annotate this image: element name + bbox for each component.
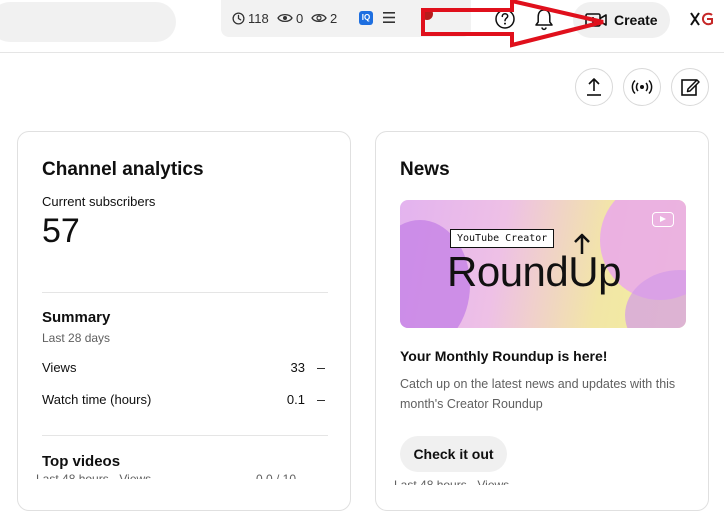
youtube-play-icon: [652, 212, 674, 227]
top-bar: 118 0 2 IQ Create: [0, 0, 724, 53]
stat-value: 2: [330, 10, 338, 26]
check-it-out-button[interactable]: Check it out: [400, 436, 507, 472]
trend-dash-icon: [317, 368, 325, 369]
top-videos-title: Top videos: [42, 453, 121, 470]
trend-dash-icon: [317, 400, 325, 401]
banner-tag: YouTube Creator: [450, 229, 555, 248]
extension-iq-icon[interactable]: IQ: [359, 11, 373, 25]
stat-value: 0: [296, 10, 304, 26]
search-box[interactable]: [0, 2, 176, 42]
create-post-button[interactable]: [671, 68, 709, 106]
channel-analytics-card: Channel analytics Current subscribers 57…: [17, 131, 351, 511]
help-icon[interactable]: [494, 8, 516, 30]
summary-period: Last 28 days: [42, 331, 111, 345]
top-videos-value: 0.0 / 10: [256, 473, 296, 479]
channel-logo-icon[interactable]: [690, 12, 714, 26]
subscribers-count: 57: [42, 212, 80, 250]
stat-impressions: 2: [311, 10, 337, 26]
banner-headline: RoundUp: [447, 248, 621, 295]
stat-value: 118: [248, 10, 269, 26]
upload-button[interactable]: [575, 68, 613, 106]
go-live-button[interactable]: [623, 68, 661, 106]
live-broadcast-icon: [631, 79, 653, 95]
card-title: News: [400, 159, 450, 180]
summary-title: Summary: [42, 309, 111, 326]
create-button[interactable]: Create: [573, 2, 670, 38]
notification-bell-icon[interactable]: [534, 8, 554, 32]
divider: [42, 292, 328, 293]
video-camera-plus-icon: [585, 13, 607, 27]
create-button-label: Create: [614, 12, 658, 28]
metric-value-watch-time: 0.1: [286, 392, 305, 407]
metric-value-views: 33: [290, 360, 305, 375]
news-footer-text: Last 48 hours · Views: [394, 479, 509, 485]
metric-label-watch-time: Watch time (hours): [42, 392, 152, 407]
menu-icon[interactable]: [383, 12, 395, 23]
extension-red-icon[interactable]: [421, 8, 433, 20]
stat-watch-time: 118: [232, 10, 269, 26]
divider: [42, 435, 328, 436]
stat-views: 0: [277, 10, 303, 26]
news-body: Catch up on the latest news and updates …: [400, 377, 676, 411]
metric-label-views: Views: [42, 360, 77, 375]
clock-icon: [232, 11, 245, 25]
top-videos-subtitle: Last 48 hours · Views: [36, 473, 151, 479]
upload-icon: [587, 78, 601, 96]
card-title: Channel analytics: [42, 159, 204, 180]
subscribers-label: Current subscribers: [42, 194, 156, 209]
news-headline: Your Monthly Roundup is here!: [400, 348, 608, 364]
news-card: News YouTube Creator RoundUp Your Monthl…: [375, 131, 709, 511]
eye-outline-icon: [311, 13, 327, 23]
edit-icon: [681, 79, 700, 96]
creator-roundup-banner[interactable]: YouTube Creator RoundUp: [400, 200, 686, 328]
eye-icon: [277, 13, 293, 23]
